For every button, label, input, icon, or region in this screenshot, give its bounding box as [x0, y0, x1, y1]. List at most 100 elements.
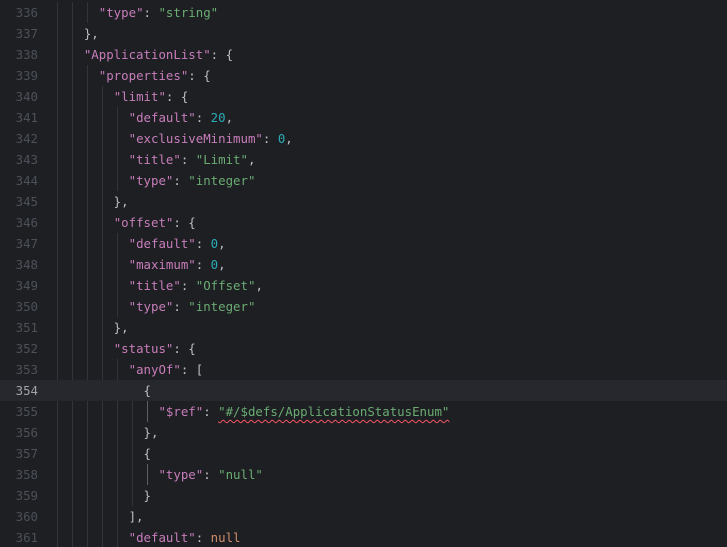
code-text: "status": {: [54, 338, 196, 359]
code-line[interactable]: 340 "limit": {: [0, 86, 727, 107]
code-token: },: [54, 26, 99, 41]
code-text: },: [54, 191, 129, 212]
code-line[interactable]: 351 },: [0, 317, 727, 338]
code-text: "title": "Limit",: [54, 149, 256, 170]
code-token: :: [262, 131, 278, 146]
code-token: "string": [158, 5, 219, 20]
code-line[interactable]: 359 }: [0, 485, 727, 506]
code-token: ,: [255, 278, 263, 293]
code-line[interactable]: 350 "type": "integer": [0, 296, 727, 317]
code-line[interactable]: 342 "exclusiveMinimum": 0,: [0, 128, 727, 149]
line-number: 354: [15, 383, 38, 398]
code-token: "type": [128, 173, 174, 188]
code-line[interactable]: 343 "title": "Limit",: [0, 149, 727, 170]
line-number: 340: [15, 89, 38, 104]
code-token: },: [54, 320, 129, 335]
code-line[interactable]: 347 "default": 0,: [0, 233, 727, 254]
code-token: :: [195, 110, 211, 125]
line-number: 349: [15, 278, 38, 293]
code-line[interactable]: 354 {: [0, 380, 727, 401]
code-token: }: [54, 488, 151, 503]
code-token: :: [180, 278, 196, 293]
code-token: "#/$defs/ApplicationStatusEnum": [218, 404, 450, 419]
code-token: :: [195, 236, 211, 251]
code-token: "offset": [113, 215, 174, 230]
code-token: ,: [247, 152, 256, 167]
code-line[interactable]: 349 "title": "Offset",: [0, 275, 727, 296]
code-token: :: [143, 5, 159, 20]
code-token: "title": [128, 278, 181, 293]
code-token: : {: [165, 89, 189, 104]
line-number: 351: [15, 320, 38, 335]
code-text: },: [54, 422, 159, 443]
code-line[interactable]: 336 "type": "string": [0, 2, 727, 23]
code-line[interactable]: 352 "status": {: [0, 338, 727, 359]
code-text: "limit": {: [54, 86, 189, 107]
code-editor[interactable]: 336 "type": "string" 337 }, 338 "Applicati…: [0, 0, 727, 547]
code-line[interactable]: 339 "properties": {: [0, 65, 727, 86]
code-token: "exclusiveMinimum": [128, 131, 263, 146]
code-token: },: [54, 425, 159, 440]
code-line[interactable]: 344 "type": "integer": [0, 170, 727, 191]
line-number: 347: [15, 236, 38, 251]
code-text: "type": "null": [54, 464, 262, 485]
code-token: "Offset": [195, 278, 256, 293]
line-number: 346: [15, 215, 38, 230]
code-line[interactable]: 337 },: [0, 23, 727, 44]
line-number: 341: [15, 110, 38, 125]
code-text: "type": "string": [54, 2, 218, 23]
code-token: "integer": [188, 173, 256, 188]
code-token: : {: [173, 341, 196, 356]
code-line[interactable]: 338 "ApplicationList": {: [0, 44, 727, 65]
code-line[interactable]: 353 "anyOf": [: [0, 359, 727, 380]
line-number: 343: [15, 152, 38, 167]
code-token: "$ref": [158, 404, 204, 419]
line-number: 353: [15, 362, 38, 377]
code-token: "Limit": [195, 152, 248, 167]
code-text: "properties": {: [54, 65, 211, 86]
code-token: "default": [128, 236, 196, 251]
code-token: "maximum": [128, 257, 196, 272]
line-number: 358: [15, 467, 38, 482]
code-token: ],: [54, 509, 144, 524]
code-token: null: [210, 530, 241, 545]
code-token: ,: [285, 131, 293, 146]
code-line[interactable]: 346 "offset": {: [0, 212, 727, 233]
code-token: 20: [210, 110, 226, 125]
code-line[interactable]: 348 "maximum": 0,: [0, 254, 727, 275]
code-token: "type": [128, 299, 174, 314]
code-text: "maximum": 0,: [54, 254, 226, 275]
code-token: :: [180, 152, 196, 167]
code-line[interactable]: 361 "default": null: [0, 527, 727, 547]
code-token: :: [203, 404, 219, 419]
code-line[interactable]: 358 "type": "null": [0, 464, 727, 485]
code-token: {: [54, 446, 151, 461]
line-number: 355: [15, 404, 38, 419]
code-line[interactable]: 357 {: [0, 443, 727, 464]
code-line[interactable]: 356 },: [0, 422, 727, 443]
code-token: "limit": [113, 89, 166, 104]
code-line[interactable]: 360 ],: [0, 506, 727, 527]
code-line[interactable]: 345 },: [0, 191, 727, 212]
code-token: ,: [218, 257, 226, 272]
code-token: "default": [128, 110, 196, 125]
code-token: ,: [218, 236, 226, 251]
code-token: "integer": [188, 299, 256, 314]
code-line[interactable]: 341 "default": 20,: [0, 107, 727, 128]
code-text: {: [54, 443, 151, 464]
code-text: "type": "integer": [54, 296, 256, 317]
code-text: "title": "Offset",: [54, 275, 263, 296]
code-line[interactable]: 355 "$ref": "#/$defs/ApplicationStatusEn…: [0, 401, 727, 422]
line-number: 350: [15, 299, 38, 314]
line-number: 338: [15, 47, 38, 62]
code-token: : {: [188, 68, 211, 83]
